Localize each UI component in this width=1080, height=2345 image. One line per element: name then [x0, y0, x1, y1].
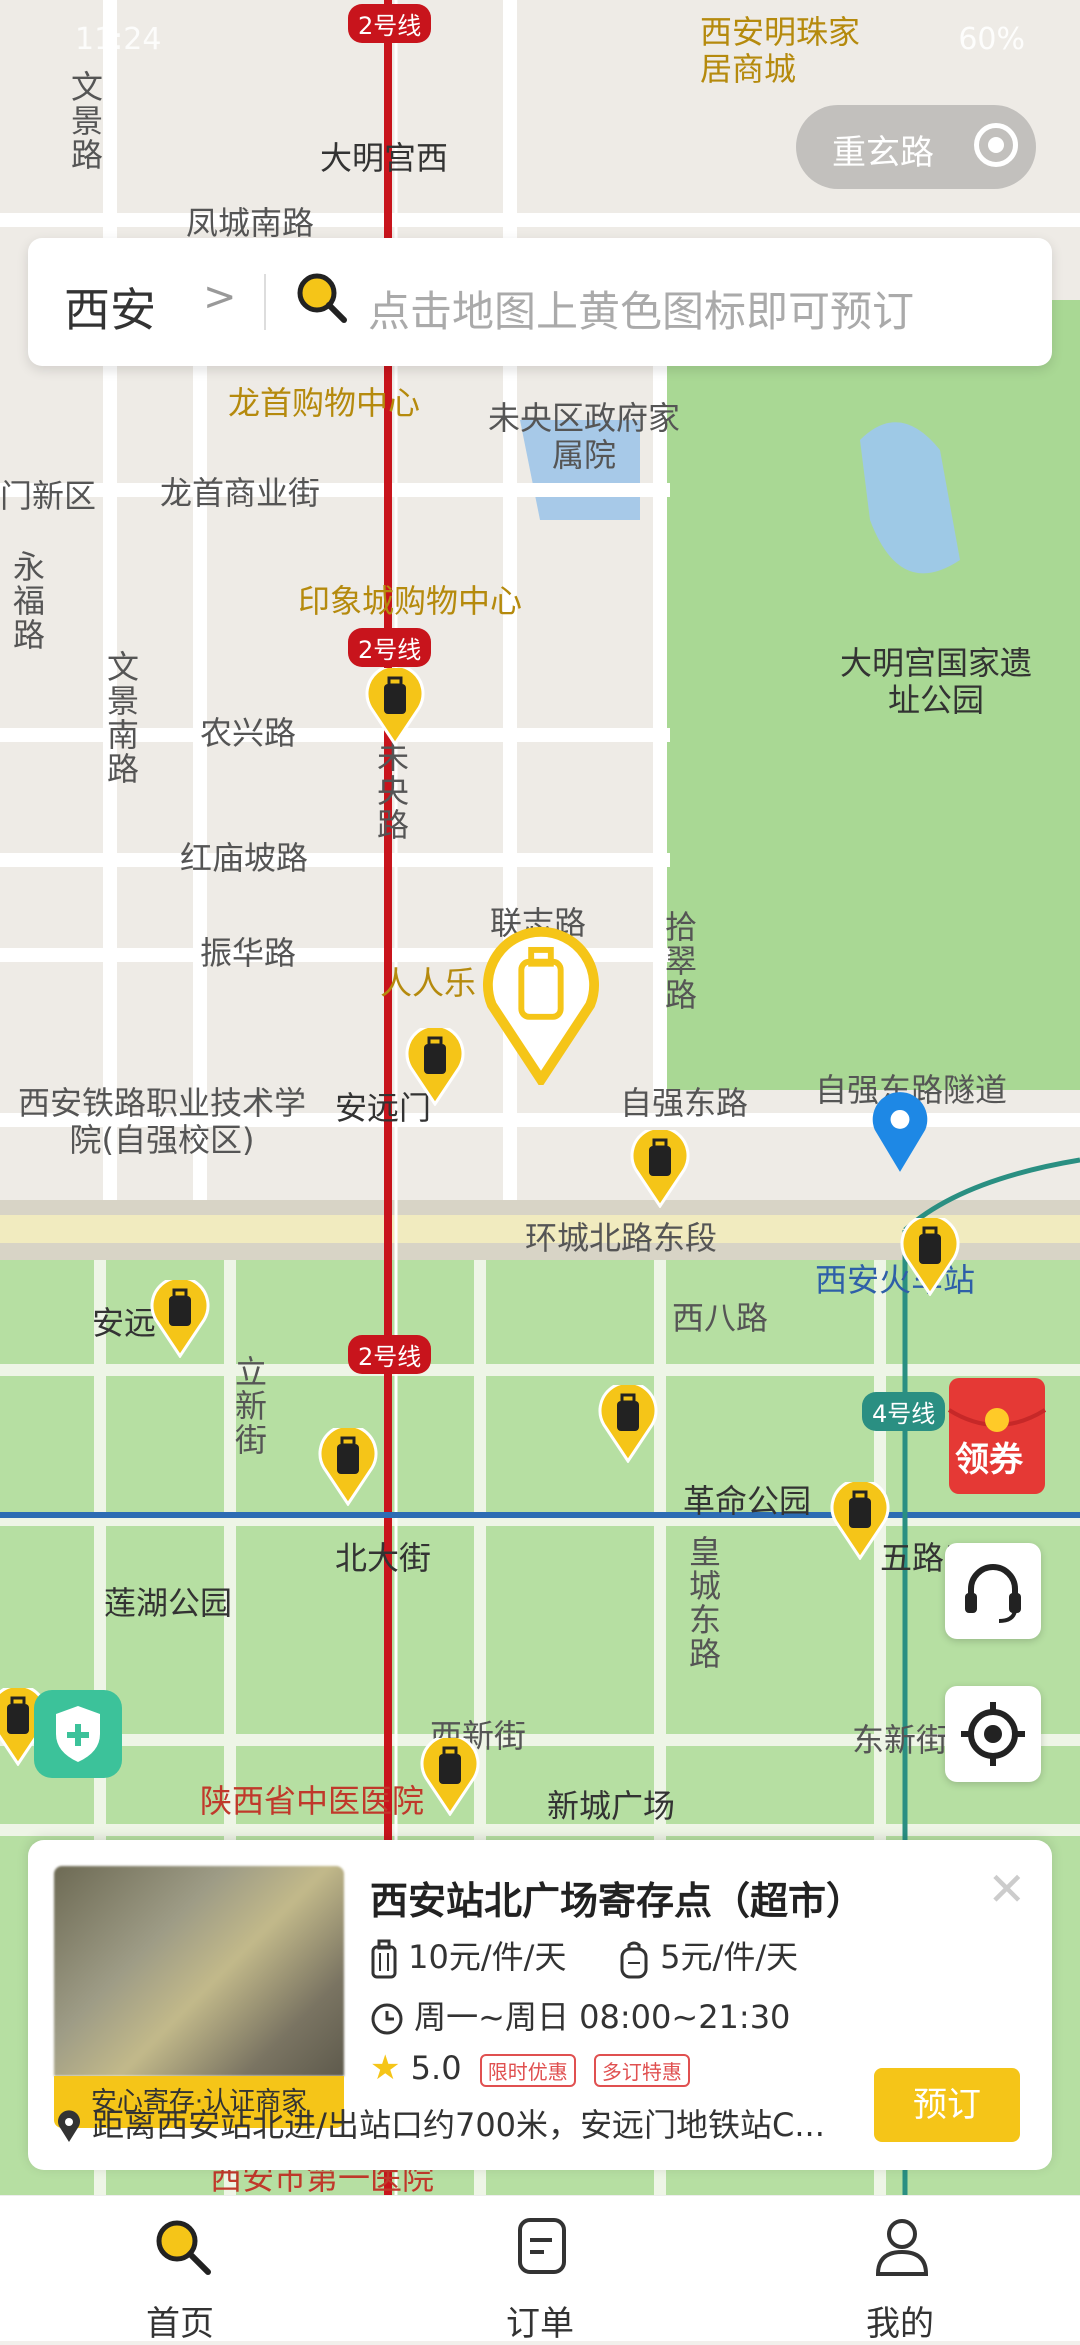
star-icon: ★	[370, 2048, 401, 2088]
park-label: 莲湖公园	[104, 1584, 233, 1622]
poi-label: 未央区政府家属院	[487, 399, 680, 474]
promo-tag: 限时优惠	[479, 2053, 576, 2087]
status-bar: 11:24 60%	[0, 0, 1080, 80]
luggage-pin-icon[interactable]	[318, 1428, 378, 1506]
user-icon	[875, 2219, 929, 2276]
line-badge: 4号线	[862, 1392, 946, 1431]
line-badge: 2号线	[348, 1335, 432, 1374]
park-label: 大明宫国家遗址公园	[839, 644, 1032, 719]
road-label: 永福路	[8, 550, 46, 652]
poi-label: 门新区	[0, 477, 97, 515]
shield-plus-icon	[56, 1706, 100, 1762]
close-button[interactable]: ✕	[987, 1862, 1026, 1916]
tab-label: 订单	[506, 2304, 574, 2344]
road-label: 自强东路	[620, 1084, 749, 1122]
divider	[264, 274, 266, 330]
poi-label: 印象城购物中心	[298, 582, 523, 620]
bottom-tab-bar: 首页 订单 我的	[0, 2195, 1080, 2344]
clock-icon	[371, 2003, 403, 2035]
road-label: 未央路	[372, 740, 410, 842]
order-icon	[518, 2218, 566, 2274]
luggage-pin-icon[interactable]	[150, 1280, 210, 1358]
line-badge: 2号线	[348, 628, 432, 667]
small-price: 5元/件/天	[660, 1938, 799, 1976]
road-label: 农兴路	[200, 714, 297, 752]
luggage-pin-icon[interactable]	[598, 1385, 658, 1463]
safety-shield-button[interactable]	[34, 1690, 122, 1778]
hours-row: 周一~周日 08:00~21:30	[370, 1992, 790, 2038]
poi-label: 人人乐	[380, 964, 477, 1002]
park-label: 新城广场	[547, 1787, 676, 1825]
large-luggage-icon	[371, 1939, 397, 1979]
road-label: 皇城东路	[684, 1535, 722, 1671]
road-label: 文景路	[66, 70, 104, 172]
road-label: 凤城南路	[186, 204, 315, 242]
poi-label: 陕西省中医医院	[200, 1782, 425, 1820]
locate-circle-icon	[974, 123, 1018, 167]
park-label: 革命公园	[683, 1482, 812, 1520]
poi-label: 安远	[92, 1304, 157, 1342]
luggage-pin-icon[interactable]	[900, 1218, 960, 1296]
luggage-pin-icon[interactable]	[830, 1482, 890, 1560]
road-label: 龙首商业街	[160, 474, 321, 512]
poi-label: 西安铁路职业技术学院(自强校区)	[17, 1084, 306, 1159]
road-label: 环城北路东段	[525, 1219, 718, 1257]
promo-tag: 多订特惠	[593, 2053, 690, 2087]
road-label: 立新街	[230, 1355, 268, 1457]
book-button[interactable]: 预订	[874, 2068, 1020, 2142]
luggage-pin-icon[interactable]	[630, 1130, 690, 1208]
address-text: 距离西安站北进/出站口约700米，安远门地铁站C...	[92, 2106, 825, 2144]
road-label: 西八路	[672, 1299, 769, 1337]
station-label: 北大街	[335, 1539, 432, 1577]
rating-value: 5.0	[410, 2049, 462, 2087]
coupon-label: 领券	[955, 1440, 1023, 1480]
search-input[interactable]: 点击地图上黄色图标即可预订	[368, 278, 914, 339]
tab-label: 我的	[866, 2304, 934, 2344]
road-label: 振华路	[200, 934, 297, 972]
tab-profile[interactable]: 我的	[800, 2196, 1000, 2344]
headset-icon	[965, 1564, 1021, 1623]
road-label: 文景南路	[102, 650, 140, 786]
battery-level: 60%	[958, 22, 1025, 57]
station-label: 大明宫西	[320, 139, 449, 177]
search-icon	[156, 2220, 211, 2275]
coupon-button[interactable]: 领券	[945, 1370, 1055, 1500]
store-title: 西安站北广场寄存点（超市）	[370, 1879, 865, 1923]
customer-service-button[interactable]	[945, 1543, 1041, 1639]
luggage-pin-icon[interactable]	[365, 668, 425, 746]
luggage-pin-icon[interactable]	[405, 1028, 465, 1106]
search-icon	[297, 273, 347, 323]
location-marker-icon	[872, 1092, 928, 1172]
rating-row: ★ 5.0 限时优惠 多订特惠	[370, 2048, 690, 2088]
location-pin-icon	[58, 2110, 80, 2142]
city-selector[interactable]: 西安	[64, 274, 156, 340]
location-pill[interactable]: 重玄路	[796, 105, 1036, 189]
road-label: 东新街	[852, 1721, 949, 1759]
luggage-pin-icon[interactable]	[420, 1738, 480, 1816]
tab-label: 首页	[146, 2304, 214, 2344]
large-price-row: 10元/件/天	[370, 1932, 566, 1979]
search-bar[interactable]: 西安 > 点击地图上黄色图标即可预订	[28, 238, 1052, 366]
tab-home[interactable]: 首页	[80, 2196, 280, 2344]
store-info-card[interactable]: 安心寄存·认证商家 西安站北广场寄存点（超市） ✕ 10元/件/天 5元/件/天…	[28, 1840, 1052, 2170]
road-label: 拾翠路	[660, 910, 698, 1012]
store-address: 距离西安站北进/出站口约700米，安远门地铁站C...	[56, 2100, 876, 2146]
status-time: 11:24	[75, 22, 162, 57]
backpack-icon	[620, 1941, 648, 1979]
road-label: 红庙坡路	[180, 839, 309, 877]
selected-luggage-pin-icon[interactable]	[482, 925, 600, 1085]
large-price: 10元/件/天	[408, 1938, 567, 1976]
poi-label: 龙首购物中心	[228, 384, 421, 422]
chevron-right-icon: >	[203, 274, 237, 320]
business-hours: 周一~周日 08:00~21:30	[414, 1998, 791, 2036]
small-price-row: 5元/件/天	[618, 1932, 798, 1979]
locate-me-button[interactable]	[945, 1686, 1041, 1782]
crosshair-icon	[961, 1702, 1025, 1766]
tab-orders[interactable]: 订单	[440, 2196, 640, 2344]
pill-label: 重玄路	[832, 133, 934, 173]
store-photo	[54, 1866, 344, 2076]
